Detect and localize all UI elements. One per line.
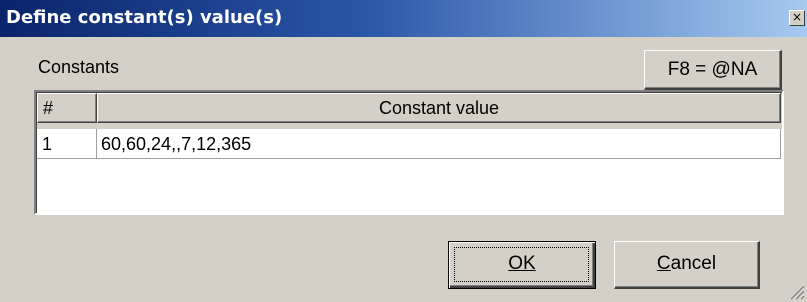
resize-grip-icon[interactable] bbox=[787, 282, 805, 300]
constants-grid[interactable]: # Constant value 1 60,60,24,,7,12,365 bbox=[34, 90, 784, 215]
close-icon: × bbox=[791, 10, 803, 24]
ok-button[interactable]: OK bbox=[448, 241, 596, 289]
column-header-number[interactable]: # bbox=[37, 93, 97, 123]
column-header-constant-value[interactable]: Constant value bbox=[97, 93, 781, 123]
table-row[interactable]: 1 60,60,24,,7,12,365 bbox=[37, 129, 782, 159]
cancel-button-label: Cancel bbox=[656, 253, 717, 274]
define-constants-dialog: Define constant(s) value(s) × Constants … bbox=[0, 0, 807, 302]
f8-na-button[interactable]: F8 = @NA bbox=[644, 50, 782, 90]
dialog-title: Define constant(s) value(s) bbox=[6, 7, 283, 28]
close-button[interactable]: × bbox=[789, 10, 805, 26]
row-number-cell[interactable]: 1 bbox=[37, 129, 97, 159]
constants-label: Constants bbox=[38, 57, 120, 77]
grid-empty-area bbox=[37, 159, 782, 213]
cancel-button[interactable]: Cancel bbox=[614, 241, 760, 289]
focus-rectangle bbox=[454, 247, 589, 282]
constant-value-cell[interactable]: 60,60,24,,7,12,365 bbox=[97, 129, 781, 159]
title-bar[interactable]: Define constant(s) value(s) × bbox=[0, 0, 807, 37]
